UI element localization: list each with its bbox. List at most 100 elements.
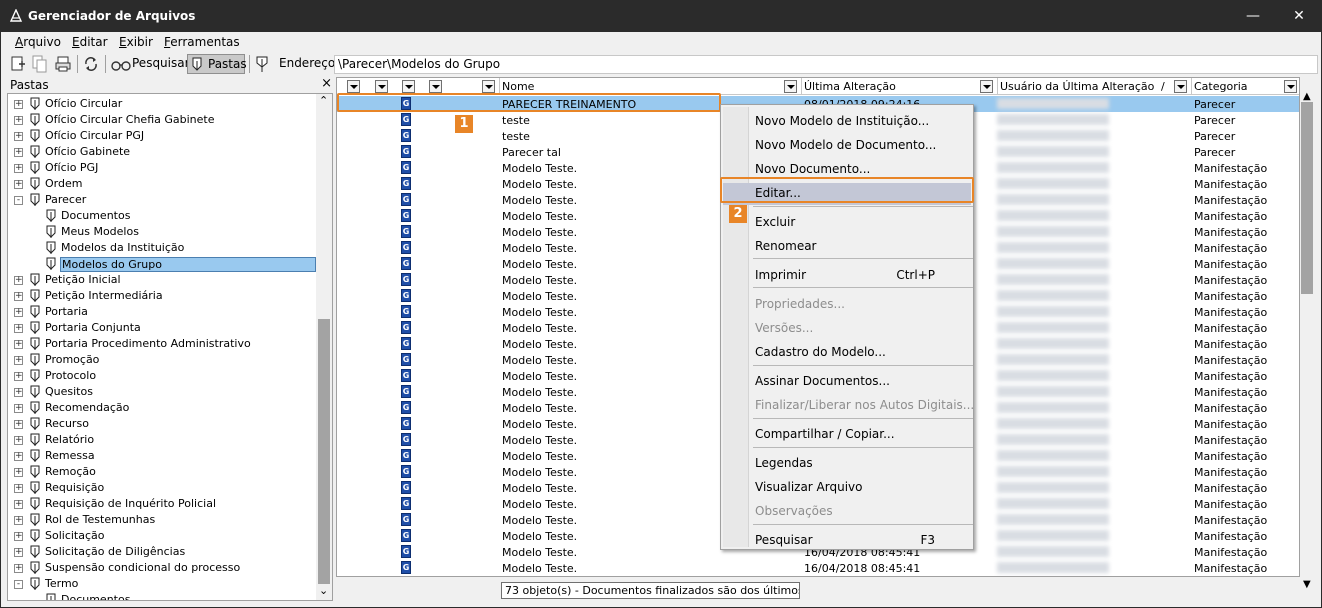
menu-editar[interactable]: Editar xyxy=(72,35,108,49)
tree-node[interactable]: Meus Modelos xyxy=(8,224,318,240)
tree-node[interactable]: + Ofício PGJ xyxy=(8,160,318,176)
binoculars-icon[interactable] xyxy=(111,54,131,74)
filter-dropdown-icon[interactable] xyxy=(784,80,797,93)
expand-icon[interactable]: + xyxy=(14,500,23,509)
filter-dropdown-icon[interactable] xyxy=(980,80,993,93)
filter-dropdown-icon[interactable] xyxy=(375,80,388,93)
context-menu-item[interactable]: Renomear xyxy=(755,236,965,258)
context-menu-item[interactable]: Novo Modelo de Instituição... xyxy=(755,111,965,133)
search-button[interactable]: Pesquisar xyxy=(132,56,190,70)
tree-node[interactable]: Documentos xyxy=(8,208,318,224)
tree-node[interactable]: + Ofício Gabinete xyxy=(8,144,318,160)
expand-icon[interactable]: + xyxy=(14,148,23,157)
folders-toggle-button[interactable]: Pastas xyxy=(187,54,247,74)
menu-arquivo[interactable]: Arquivo xyxy=(15,35,61,49)
copy-document-icon[interactable] xyxy=(31,54,49,74)
tree-node[interactable]: + Portaria xyxy=(8,304,318,320)
expand-icon[interactable]: + xyxy=(14,292,23,301)
context-menu-item[interactable]: Assinar Documentos... xyxy=(755,371,965,393)
tree-node[interactable]: - Parecer xyxy=(8,192,318,208)
expand-icon[interactable]: + xyxy=(14,308,23,317)
tree-node[interactable]: + Solicitação xyxy=(8,528,318,544)
menu-ferramentas[interactable]: Ferramentas xyxy=(164,35,240,49)
filter-dropdown-icon[interactable] xyxy=(347,80,360,93)
tree-node[interactable]: + Requisição de Inquérito Policial xyxy=(8,496,318,512)
close-button[interactable]: ✕ xyxy=(1276,1,1321,32)
context-menu-item[interactable]: Legendas xyxy=(755,453,965,475)
expand-icon[interactable]: + xyxy=(14,452,23,461)
tree-scroll-thumb[interactable] xyxy=(318,319,330,584)
tree-node[interactable]: Modelos da Instituição xyxy=(8,240,318,256)
context-menu-item[interactable]: Finalizar/Liberar nos Autos Digitais... xyxy=(755,395,974,417)
expand-icon[interactable]: + xyxy=(14,276,23,285)
context-menu-item[interactable]: Imprimir Ctrl+P xyxy=(755,265,965,287)
scroll-up-icon[interactable]: ⌃ xyxy=(319,94,328,107)
expand-icon[interactable]: + xyxy=(14,468,23,477)
tree-node[interactable]: + Recurso xyxy=(8,416,318,432)
tree-node[interactable]: + Relatório xyxy=(8,432,318,448)
context-menu-item[interactable]: Versões... xyxy=(755,318,965,340)
expand-icon[interactable]: + xyxy=(14,532,23,541)
tree-node[interactable]: + Solicitação de Diligências xyxy=(8,544,318,560)
expand-icon[interactable]: + xyxy=(14,372,23,381)
expand-icon[interactable]: + xyxy=(14,340,23,349)
tree-node[interactable]: Modelos do Grupo xyxy=(8,256,318,272)
expand-icon[interactable]: + xyxy=(14,324,23,333)
folder-tree[interactable]: + Ofício Circular + Ofício Circular Chefia … xyxy=(7,93,333,601)
tree-node[interactable]: + Ofício Circular xyxy=(8,96,318,112)
column-usuario[interactable]: Usuário da Última Alteração / xyxy=(998,78,1192,95)
close-pane-icon[interactable]: × xyxy=(321,76,332,91)
expand-icon[interactable]: + xyxy=(14,404,23,413)
menu-exibir[interactable]: Exibir xyxy=(119,35,153,49)
scroll-down-icon[interactable]: ▼ xyxy=(1303,579,1311,590)
filter-dropdown-icon[interactable] xyxy=(402,80,415,93)
expand-icon[interactable]: + xyxy=(14,564,23,573)
tree-node[interactable]: + Rol de Testemunhas xyxy=(8,512,318,528)
tree-node[interactable]: + Petição Inicial xyxy=(8,272,318,288)
expand-icon[interactable]: + xyxy=(14,100,23,109)
expand-icon[interactable]: + xyxy=(14,132,23,141)
table-row[interactable]: G Modelo Teste. 16/04/2018 08:45:41 Manifes… xyxy=(337,560,1299,576)
context-menu-item[interactable]: Propriedades... xyxy=(755,294,965,316)
context-menu-item[interactable]: Cadastro do Modelo... xyxy=(755,342,965,364)
expand-icon[interactable]: + xyxy=(14,356,23,365)
tree-node[interactable]: + Portaria Conjunta xyxy=(8,320,318,336)
column-ultima-alteracao[interactable]: Última Alteração xyxy=(802,78,998,95)
filter-dropdown-icon[interactable] xyxy=(429,80,442,93)
tree-node[interactable]: + Recomendação xyxy=(8,400,318,416)
context-menu-item[interactable]: Excluir xyxy=(755,212,965,234)
filter-dropdown-icon[interactable] xyxy=(1284,80,1297,93)
minimize-button[interactable]: — xyxy=(1230,1,1276,32)
context-menu-item[interactable]: Novo Modelo de Documento... xyxy=(755,135,965,157)
new-document-icon[interactable] xyxy=(9,54,27,74)
tree-node[interactable]: + Ordem xyxy=(8,176,318,192)
tree-node[interactable]: + Promoção xyxy=(8,352,318,368)
context-menu-item[interactable]: Compartilhar / Copiar... xyxy=(755,424,965,446)
tree-node[interactable]: Documentos xyxy=(8,592,318,600)
expand-icon[interactable]: + xyxy=(14,164,23,173)
tree-node[interactable]: + Portaria Procedimento Administrativo xyxy=(8,336,318,352)
tree-node[interactable]: + Quesitos xyxy=(8,384,318,400)
context-menu-item[interactable]: Visualizar Arquivo xyxy=(755,477,965,499)
tree-node[interactable]: + Ofício Circular Chefia Gabinete xyxy=(8,112,318,128)
scroll-up-icon[interactable]: ▲ xyxy=(1303,91,1311,102)
expand-icon[interactable]: + xyxy=(14,388,23,397)
tree-node[interactable]: + Requisição xyxy=(8,480,318,496)
tree-node[interactable]: - Termo xyxy=(8,576,318,592)
tree-node[interactable]: + Ofício Circular PGJ xyxy=(8,128,318,144)
context-menu-item[interactable]: Observações xyxy=(755,501,965,523)
expand-icon[interactable]: + xyxy=(14,420,23,429)
tree-node[interactable]: + Suspensão condicional do processo xyxy=(8,560,318,576)
context-menu-item[interactable]: Pesquisar F3 xyxy=(755,530,965,552)
tree-node[interactable]: + Remessa xyxy=(8,448,318,464)
expand-icon[interactable]: + xyxy=(14,516,23,525)
grid-scroll-thumb[interactable] xyxy=(1301,102,1313,294)
expand-icon[interactable]: + xyxy=(14,116,23,125)
expand-icon[interactable]: + xyxy=(14,180,23,189)
expand-icon[interactable]: + xyxy=(14,548,23,557)
column-categoria[interactable]: Categoria xyxy=(1192,78,1299,95)
refresh-icon[interactable] xyxy=(82,54,100,74)
collapse-icon[interactable]: - xyxy=(14,580,23,589)
print-icon[interactable] xyxy=(54,54,72,74)
expand-icon[interactable]: + xyxy=(14,436,23,445)
